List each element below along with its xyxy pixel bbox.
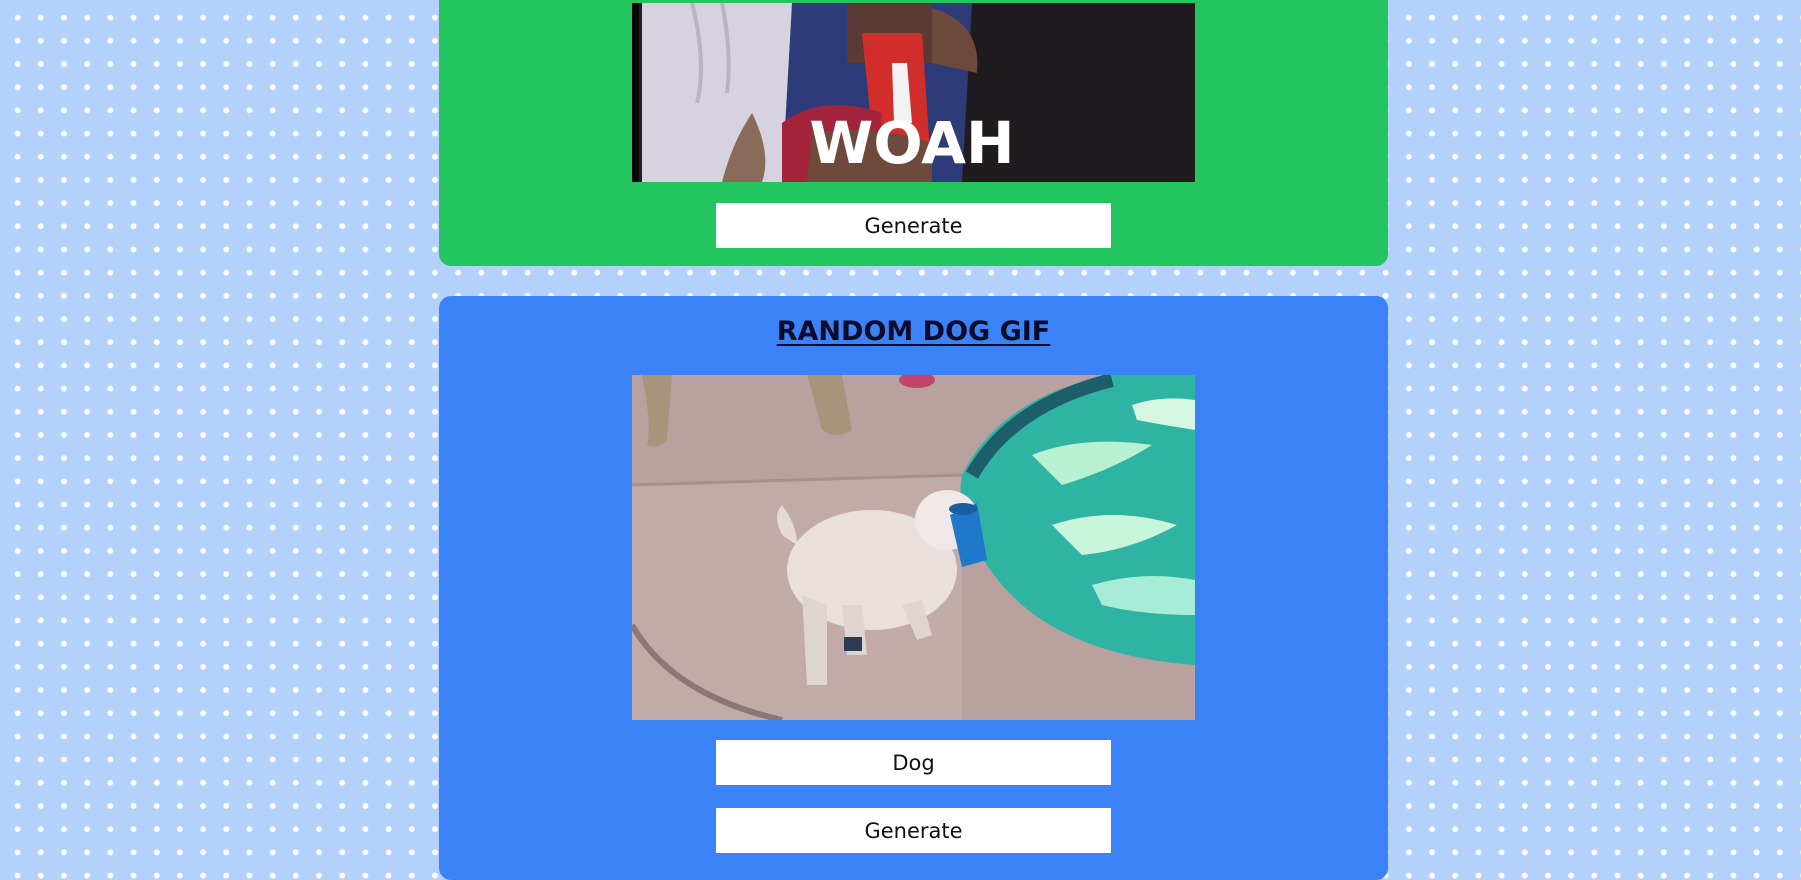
generate-gif-button[interactable]: Generate (716, 203, 1111, 248)
dog-gif-frame (632, 375, 1195, 720)
random-gif-image: WOAH (632, 3, 1195, 182)
woah-caption: WOAH (809, 109, 1014, 177)
random-dog-gif-card: RANDOM DOG GIF Dog Generate (439, 296, 1388, 880)
search-input[interactable] (716, 740, 1111, 785)
dog-gif-image (632, 375, 1195, 720)
woah-gif-frame: WOAH (632, 3, 1195, 182)
random-gif-card: WOAH Generate (439, 0, 1388, 266)
card-title: RANDOM DOG GIF (776, 316, 1051, 347)
generate-dog-gif-button[interactable]: Generate (716, 808, 1111, 853)
